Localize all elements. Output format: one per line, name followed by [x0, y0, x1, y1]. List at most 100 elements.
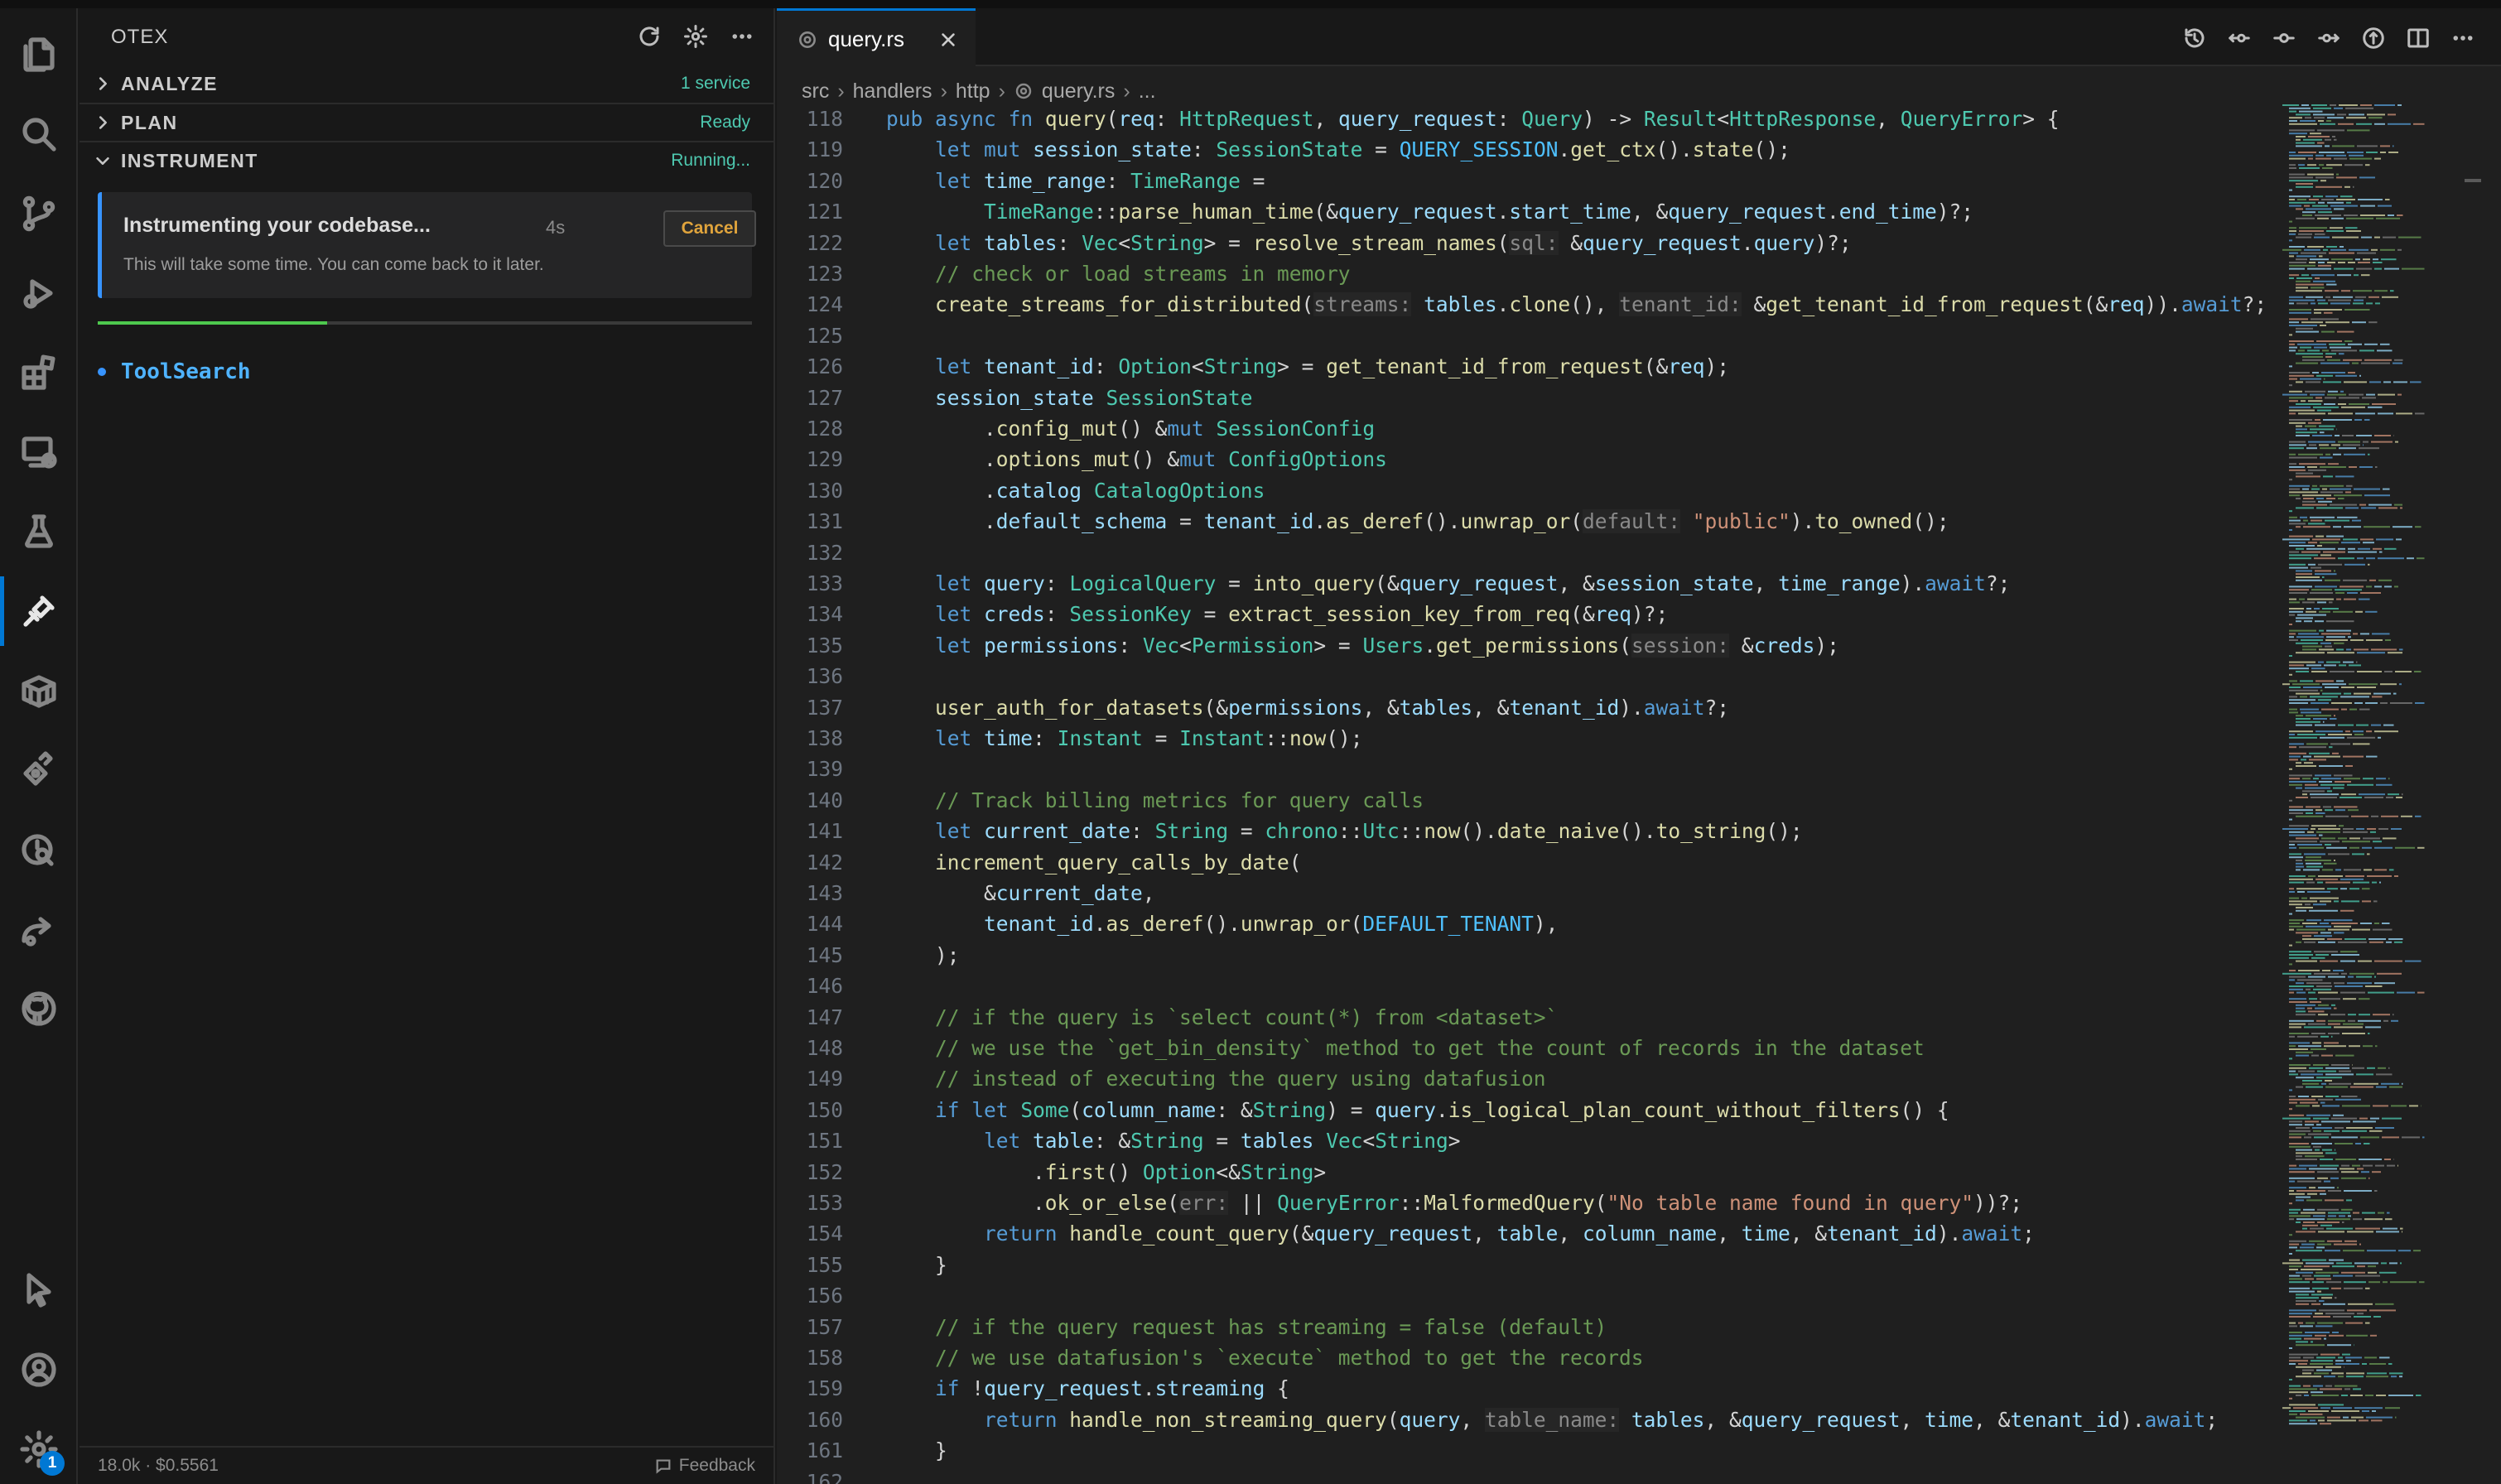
- code-line[interactable]: 123 // check or load streams in memory: [777, 259, 2267, 289]
- code-line[interactable]: 120 let time_range: TimeRange =: [777, 166, 2267, 196]
- code-line[interactable]: 147 // if the query is `select count(*) …: [777, 1003, 2267, 1033]
- code-line[interactable]: 134 let creds: SessionKey = extract_sess…: [777, 600, 2267, 629]
- minimap-mark: [2289, 809, 2313, 812]
- section-instrument[interactable]: INSTRUMENT Running...: [80, 141, 775, 179]
- code-line[interactable]: 156: [777, 1281, 2267, 1311]
- code-line[interactable]: 151 let table: &String = tables Vec<Stri…: [777, 1126, 2267, 1156]
- minimap-mark: [2314, 608, 2320, 610]
- minimap-mark: [2320, 325, 2326, 326]
- pointer-icon[interactable]: [0, 1250, 78, 1330]
- breadcrumb-item[interactable]: ...: [1139, 80, 1156, 104]
- breadcrumb-item[interactable]: query.rs: [1042, 80, 1115, 104]
- minimap[interactable]: [2282, 104, 2481, 1484]
- source-control-icon[interactable]: [0, 174, 78, 253]
- more-actions-icon[interactable]: [725, 20, 759, 53]
- tab-query-rs[interactable]: query.rs: [777, 8, 976, 68]
- code-line[interactable]: 141 let current_date: String = chrono::U…: [777, 817, 2267, 846]
- code-line[interactable]: 158 // we use datafusion's `execute` met…: [777, 1343, 2267, 1373]
- tool-list-item[interactable]: ToolSearch: [98, 359, 251, 384]
- github-icon[interactable]: [0, 969, 78, 1048]
- code-line[interactable]: 145 );: [777, 941, 2267, 971]
- open-changes-icon[interactable]: [2357, 22, 2390, 55]
- code-line[interactable]: 152 .first() Option<&String>: [777, 1158, 2267, 1188]
- minimap-mark: [2395, 441, 2398, 443]
- minimap-mark: [2317, 601, 2326, 604]
- code-line[interactable]: 160 return handle_non_streaming_query(qu…: [777, 1405, 2267, 1435]
- timeline-search-icon[interactable]: [0, 810, 78, 889]
- share-icon[interactable]: [0, 889, 78, 969]
- code-line[interactable]: 125: [777, 321, 2267, 351]
- code-line[interactable]: 159 if !query_request.streaming {: [777, 1374, 2267, 1404]
- refresh-icon[interactable]: [633, 20, 666, 53]
- code-line[interactable]: 135 let permissions: Vec<Permission> = U…: [777, 631, 2267, 661]
- code-line[interactable]: 138 let time: Instant = Instant::now();: [777, 724, 2267, 754]
- minimap-mark: [2322, 692, 2341, 695]
- code-line[interactable]: 157 // if the query request has streamin…: [777, 1313, 2267, 1342]
- files-icon[interactable]: [0, 15, 78, 94]
- testing-icon[interactable]: [0, 492, 78, 571]
- code-line[interactable]: 118 pub async fn query(req: HttpRequest, …: [777, 104, 2267, 134]
- code-line[interactable]: 136: [777, 662, 2267, 691]
- deploy-icon[interactable]: [0, 730, 78, 810]
- code-line[interactable]: 155 }: [777, 1250, 2267, 1280]
- code-line[interactable]: 148 // we use the `get_bin_density` meth…: [777, 1034, 2267, 1063]
- minimap-mark: [2308, 976, 2325, 978]
- minimap-mark: [2360, 633, 2369, 635]
- account-icon[interactable]: [0, 1330, 78, 1409]
- minimap-mark: [2289, 176, 2313, 179]
- code-line[interactable]: 131 .default_schema = tenant_id.as_deref…: [777, 507, 2267, 537]
- code-line[interactable]: 146: [777, 971, 2267, 1001]
- go-back-icon[interactable]: [2223, 22, 2256, 55]
- code-line[interactable]: 162: [777, 1467, 2267, 1484]
- code-line[interactable]: 132: [777, 538, 2267, 568]
- code-line[interactable]: 122 let tables: Vec<String> = resolve_st…: [777, 229, 2267, 258]
- containers-icon[interactable]: [0, 651, 78, 730]
- code-line[interactable]: 126 let tenant_id: Option<String> = get_…: [777, 352, 2267, 382]
- settings-icon[interactable]: 1: [0, 1409, 78, 1484]
- code-line[interactable]: 143 &current_date,: [777, 879, 2267, 908]
- minimap-mark: [2299, 463, 2325, 465]
- breadcrumb-item[interactable]: http: [956, 80, 990, 104]
- extensions-icon[interactable]: [0, 333, 78, 412]
- section-plan[interactable]: PLAN Ready: [80, 103, 775, 141]
- minimap-mark: [2289, 1190, 2294, 1192]
- code-line[interactable]: 139: [777, 754, 2267, 784]
- close-icon[interactable]: [936, 27, 961, 52]
- minimap-slider[interactable]: [2465, 179, 2481, 182]
- run-debug-icon[interactable]: [0, 253, 78, 333]
- code-line[interactable]: 150 if let Some(column_name: &String) = …: [777, 1096, 2267, 1125]
- code-line[interactable]: 161 }: [777, 1436, 2267, 1466]
- go-forward-icon[interactable]: [2312, 22, 2345, 55]
- code-line[interactable]: 142 increment_query_calls_by_date(: [777, 848, 2267, 878]
- code-line[interactable]: 121 TimeRange::parse_human_time(&query_r…: [777, 197, 2267, 227]
- gear-icon[interactable]: [679, 20, 712, 53]
- code-editor[interactable]: 118 pub async fn query(req: HttpRequest, …: [777, 104, 2267, 1484]
- cancel-button[interactable]: Cancel: [663, 210, 756, 247]
- search-icon[interactable]: [0, 94, 78, 174]
- code-line[interactable]: 124 create_streams_for_distributed(strea…: [777, 290, 2267, 320]
- otex-icon[interactable]: [0, 571, 78, 651]
- section-analyze[interactable]: ANALYZE 1 service: [80, 65, 775, 103]
- code-line[interactable]: 133 let query: LogicalQuery = into_query…: [777, 569, 2267, 599]
- breadcrumb-item[interactable]: handlers: [853, 80, 932, 104]
- commit-icon[interactable]: [2267, 22, 2301, 55]
- code-line[interactable]: 130 .catalog CatalogOptions: [777, 476, 2267, 506]
- minimap-mark: [2289, 346, 2297, 349]
- split-editor-icon[interactable]: [2402, 22, 2435, 55]
- code-line[interactable]: 137 user_auth_for_datasets(&permissions,…: [777, 693, 2267, 723]
- code-line[interactable]: 127 session_state SessionState: [777, 383, 2267, 413]
- breadcrumb-item[interactable]: src: [802, 80, 829, 104]
- more-actions-icon[interactable]: [2446, 22, 2479, 55]
- code-line[interactable]: 149 // instead of executing the query us…: [777, 1064, 2267, 1094]
- minimap-mark: [2343, 755, 2364, 758]
- feedback-link[interactable]: Feedback: [654, 1456, 755, 1476]
- code-line[interactable]: 119 let mut session_state: SessionState …: [777, 135, 2267, 165]
- code-line[interactable]: 140 // Track billing metrics for query c…: [777, 786, 2267, 816]
- code-line[interactable]: 129 .options_mut() &mut ConfigOptions: [777, 445, 2267, 475]
- remote-explorer-icon[interactable]: [0, 412, 78, 492]
- code-line[interactable]: 144 tenant_id.as_deref().unwrap_or(DEFAU…: [777, 909, 2267, 939]
- code-line[interactable]: 153 .ok_or_else(err: || QueryError::Malf…: [777, 1188, 2267, 1218]
- history-icon[interactable]: [2178, 22, 2211, 55]
- code-line[interactable]: 154 return handle_count_query(&query_req…: [777, 1219, 2267, 1249]
- code-line[interactable]: 128 .config_mut() &mut SessionConfig: [777, 414, 2267, 444]
